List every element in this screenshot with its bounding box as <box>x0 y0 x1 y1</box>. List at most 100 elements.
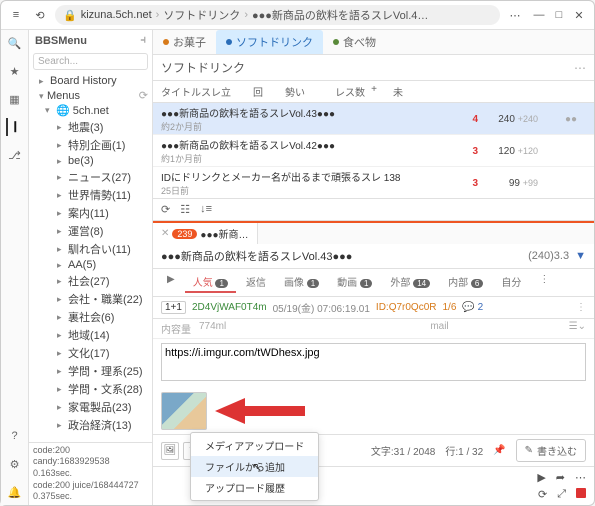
close-icon[interactable]: ✕ <box>161 228 169 239</box>
board-category[interactable]: ▸世界情勢(11) <box>29 186 152 204</box>
attachment-thumbnail[interactable] <box>161 392 207 430</box>
menu-icon[interactable]: ≡ <box>7 6 25 24</box>
board-tree: ▸Board History ▾Menus⟳ ▾🌐5ch.net ▸地震(3)▸… <box>29 72 152 442</box>
submit-button[interactable]: ✎ 書き込む <box>516 439 586 462</box>
post-id[interactable]: ID:Q7r0Qc0R <box>376 302 437 313</box>
sort-icon[interactable]: ↓≡ <box>200 203 212 216</box>
board-category[interactable]: ▸学問・文系(28) <box>29 380 152 398</box>
search-icon[interactable]: 🔍 <box>6 34 24 52</box>
compose-menu-icon[interactable]: ☰⌄ <box>569 321 586 336</box>
post-date: 05/19(金) 07:06:19.01 <box>273 300 370 315</box>
char-count: 文字:31 / 2048 <box>371 443 435 458</box>
pin-icon[interactable]: 📌 <box>493 445 505 456</box>
refresh-icon: ⟳ <box>139 89 148 102</box>
sidebar-title: BBSMenu <box>35 35 87 47</box>
menu-upload-history[interactable]: アップロード履歴 <box>191 477 318 498</box>
help-icon[interactable]: ? <box>6 427 24 445</box>
thread-row[interactable]: ●●●新商品の飲料を語るスレVol.42●●●約1か月前3120 +120 <box>153 135 594 167</box>
capacity-value: 774ml <box>199 321 226 336</box>
capacity-label: 内容量 <box>161 321 191 336</box>
filter-external[interactable]: 外部 14 <box>382 272 438 293</box>
refresh-icon[interactable]: ⟳ <box>161 203 170 216</box>
refresh-icon[interactable]: ⟳ <box>538 488 547 501</box>
thread-tab[interactable]: ✕ 239 ●●●新商… <box>153 223 258 244</box>
list-tools: ⟳ ☷ ↓≡ <box>153 198 594 221</box>
filter-reply[interactable]: 返信 <box>238 272 274 293</box>
root-board[interactable]: ▾🌐5ch.net <box>29 103 152 118</box>
board-category[interactable]: ▸家電製品(23) <box>29 398 152 416</box>
branch-icon[interactable]: ⎇ <box>6 146 24 164</box>
reload-icon[interactable]: ⟲ <box>31 6 49 24</box>
more-icon[interactable]: ⋯ <box>506 6 524 24</box>
settings-icon[interactable]: ⚙ <box>6 455 24 473</box>
address-bar[interactable]: 🔒 kizuna.5ch.net ›ソフトドリンク ›●●●新商品の飲料を語るス… <box>55 5 500 25</box>
compose-textarea[interactable] <box>161 343 586 381</box>
filter-popular[interactable]: 人気 1 <box>185 272 236 293</box>
more-icon[interactable]: ⋯ <box>575 471 586 484</box>
board-category[interactable]: ▸馴れ合い(11) <box>29 240 152 258</box>
post-meta: 1+1 2D4VjWAF0T4m 05/19(金) 07:06:19.01 ID… <box>153 297 594 319</box>
board-category[interactable]: ▸地域(14) <box>29 326 152 344</box>
numbered-list-icon[interactable]: ☷ <box>180 203 190 216</box>
reply-count[interactable]: 💬 2 <box>462 302 483 313</box>
thread-row[interactable]: ●●●新商品の飲料を語るスレVol.43●●●約2か月前4240 +240●● <box>153 103 594 135</box>
board-category[interactable]: ▸特別企画(1) <box>29 136 152 154</box>
record-icon[interactable] <box>576 488 586 501</box>
post-menu-icon[interactable]: ⋮ <box>576 302 586 313</box>
grid-icon[interactable]: ▦ <box>6 90 24 108</box>
cursor-icon: ↖ <box>252 460 262 474</box>
board-tab[interactable]: 食べ物 <box>323 30 386 54</box>
status-box: code:200 candy:1683929538 0.163sec. code… <box>29 442 152 505</box>
filter-self[interactable]: 自分 <box>493 272 529 293</box>
list-icon[interactable]: ⎹⎸ <box>6 118 24 136</box>
url-host: kizuna.5ch.net <box>81 9 152 21</box>
board-history[interactable]: ▸Board History <box>29 74 152 88</box>
expand-icon[interactable]: ⤢ <box>557 488 566 501</box>
unread-badge: 239 <box>172 229 197 239</box>
board-category[interactable]: ▸案内(11) <box>29 204 152 222</box>
maximize-button[interactable]: □ <box>550 6 568 24</box>
board-category[interactable]: ▸社会(27) <box>29 272 152 290</box>
more-icon[interactable]: ⋮ <box>531 272 557 293</box>
minimize-button[interactable]: — <box>530 6 548 24</box>
board-category[interactable]: ▸文化(17) <box>29 344 152 362</box>
board-tab[interactable]: ソフトドリンク <box>216 30 323 54</box>
filter-video[interactable]: 動画 1 <box>329 272 380 293</box>
board-category[interactable]: ▸ニュース(27) <box>29 168 152 186</box>
share-icon[interactable]: ➦ <box>556 471 565 484</box>
bell-icon[interactable]: 🔔 <box>6 483 24 501</box>
board-category[interactable]: ▸運営(8) <box>29 222 152 240</box>
thread-stats: (240)3.3 <box>528 250 569 262</box>
thread-row[interactable]: IDにドリンクとメーカー名が出るまで頑張るスレ 13825日前399 +99 <box>153 167 594 198</box>
board-category[interactable]: ▸会社・職業(22) <box>29 290 152 308</box>
menus-node[interactable]: ▾Menus⟳ <box>29 88 152 103</box>
menu-media-upload[interactable]: メディアアップロード <box>191 435 318 456</box>
chevron-down-icon[interactable]: ▼ <box>575 250 586 262</box>
board-category[interactable]: ▸AA(5) <box>29 258 152 272</box>
image-attach-button[interactable]: 🖼 <box>161 442 179 460</box>
close-button[interactable]: ✕ <box>570 6 588 24</box>
board-category[interactable]: ▸be(3) <box>29 154 152 168</box>
split-icon[interactable]: ⫞ <box>141 34 147 47</box>
post-index[interactable]: 1+1 <box>161 301 186 314</box>
board-category[interactable]: ▸学問・理系(25) <box>29 362 152 380</box>
filter-internal[interactable]: 内部 6 <box>440 272 491 293</box>
play-icon[interactable]: ▶ <box>159 272 183 293</box>
post-name[interactable]: 2D4VjWAF0T4m <box>192 302 267 313</box>
mail-label: mail <box>430 321 448 336</box>
board-tab[interactable]: お菓子 <box>153 30 216 54</box>
filter-row: ▶ 人気 1 返信 画像 1 動画 1 外部 14 内部 6 自分 ⋮ <box>153 269 594 297</box>
dropdown-icon[interactable]: ⋯ <box>574 61 586 75</box>
breadcrumb: ›ソフトドリンク ›●●●新商品の飲料を語るスレVol.4… <box>156 7 429 23</box>
globe-icon: 🌐 <box>56 104 70 117</box>
annotation-arrow <box>215 402 305 420</box>
board-category[interactable]: ▸裏社会(6) <box>29 308 152 326</box>
board-category[interactable]: ▸政治経済(13) <box>29 416 152 434</box>
star-icon[interactable]: ★ <box>6 62 24 80</box>
sidebar-search[interactable]: Search... <box>33 53 148 70</box>
lock-icon: 🔒 <box>63 9 77 22</box>
thread-title: ●●●新商品の飲料を語るスレVol.43●●● <box>161 248 352 264</box>
filter-image[interactable]: 画像 1 <box>276 272 327 293</box>
board-category[interactable]: ▸地震(3) <box>29 118 152 136</box>
play-icon[interactable]: ▶ <box>537 471 545 484</box>
